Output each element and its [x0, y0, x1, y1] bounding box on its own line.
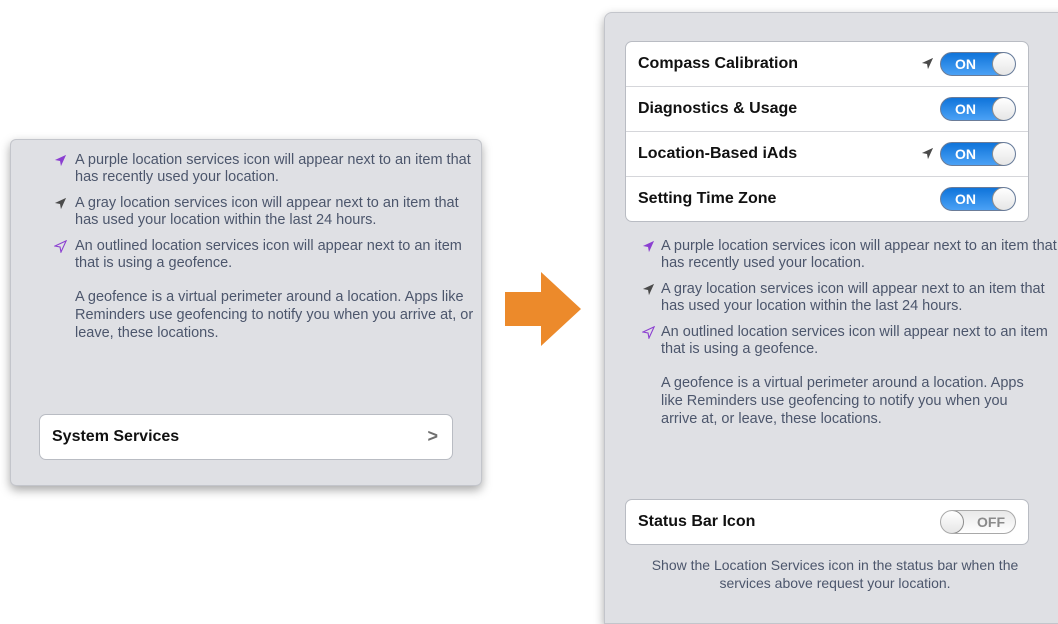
- legend-text: An outlined location services icon will …: [661, 324, 1048, 357]
- diagnostics-usage-toggle[interactable]: ON: [940, 97, 1016, 121]
- status-bar-icon-label: Status Bar Icon: [638, 513, 756, 530]
- setting-row-location-based-iads: Location-Based iAds ON: [626, 132, 1028, 177]
- purple-location-icon: [54, 154, 67, 167]
- toggle-knob: [992, 188, 1015, 210]
- legend-text: A gray location services icon will appea…: [661, 281, 1045, 314]
- toggle-knob: [941, 511, 964, 533]
- legend-item-gray: A gray location services icon will appea…: [11, 195, 481, 229]
- location-icon-legend: A purple location services icon will app…: [605, 238, 1058, 428]
- toggle-state: ON: [955, 146, 976, 162]
- location-services-panel-before: A purple location services icon will app…: [10, 139, 482, 486]
- setting-time-zone-toggle[interactable]: ON: [940, 187, 1016, 211]
- gray-location-icon: [921, 147, 934, 160]
- system-services-group: System Services >: [39, 414, 453, 460]
- legend-item-gray: A gray location services icon will appea…: [605, 281, 1058, 315]
- setting-label: Setting Time Zone: [638, 190, 777, 207]
- status-bar-group: Status Bar Icon OFF: [625, 499, 1029, 545]
- chevron-right-icon: >: [427, 426, 438, 446]
- status-bar-note: Show the Location Services icon in the s…: [651, 557, 1019, 591]
- toggle-knob: [992, 53, 1015, 75]
- legend-text: A purple location services icon will app…: [75, 152, 471, 185]
- setting-label: Diagnostics & Usage: [638, 100, 798, 117]
- geofence-note: A geofence is a virtual perimeter around…: [75, 289, 474, 341]
- legend-text: A gray location services icon will appea…: [75, 195, 459, 228]
- legend-item-outlined: An outlined location services icon will …: [605, 324, 1058, 358]
- location-icon-legend: A purple location services icon will app…: [11, 152, 481, 342]
- outlined-location-icon: [642, 326, 655, 339]
- status-bar-icon-row: Status Bar Icon OFF: [626, 500, 1028, 544]
- setting-row-diagnostics-usage: Diagnostics & Usage ON: [626, 87, 1028, 132]
- legend-item-purple: A purple location services icon will app…: [605, 238, 1058, 272]
- gray-location-icon: [921, 57, 934, 70]
- legend-item-purple: A purple location services icon will app…: [11, 152, 481, 186]
- geofence-note: A geofence is a virtual perimeter around…: [661, 375, 1024, 427]
- arrow-right-icon: [505, 272, 581, 346]
- outlined-location-icon: [54, 240, 67, 253]
- location-services-panel-after: Compass Calibration ON Diagnostics & Usa…: [604, 12, 1058, 624]
- setting-label: Location-Based iAds: [638, 145, 798, 162]
- toggle-state: ON: [955, 191, 976, 207]
- setting-row-compass-calibration: Compass Calibration ON: [626, 42, 1028, 87]
- system-services-settings-group: Compass Calibration ON Diagnostics & Usa…: [625, 41, 1029, 222]
- legend-item-outlined: An outlined location services icon will …: [11, 238, 481, 272]
- legend-text: An outlined location services icon will …: [75, 238, 462, 271]
- setting-label: Compass Calibration: [638, 55, 799, 72]
- status-bar-icon-toggle[interactable]: OFF: [940, 510, 1016, 534]
- toggle-state: ON: [955, 56, 976, 72]
- toggle-knob: [992, 98, 1015, 120]
- setting-row-setting-time-zone: Setting Time Zone ON: [626, 177, 1028, 221]
- toggle-knob: [992, 143, 1015, 165]
- location-based-iads-toggle[interactable]: ON: [940, 142, 1016, 166]
- system-services-label: System Services: [52, 428, 180, 445]
- toggle-state: ON: [955, 101, 976, 117]
- toggle-state: OFF: [977, 514, 1005, 530]
- system-services-row[interactable]: System Services >: [40, 415, 452, 459]
- purple-location-icon: [642, 240, 655, 253]
- legend-text: A purple location services icon will app…: [661, 238, 1057, 271]
- gray-location-icon: [54, 197, 67, 210]
- compass-calibration-toggle[interactable]: ON: [940, 52, 1016, 76]
- gray-location-icon: [642, 283, 655, 296]
